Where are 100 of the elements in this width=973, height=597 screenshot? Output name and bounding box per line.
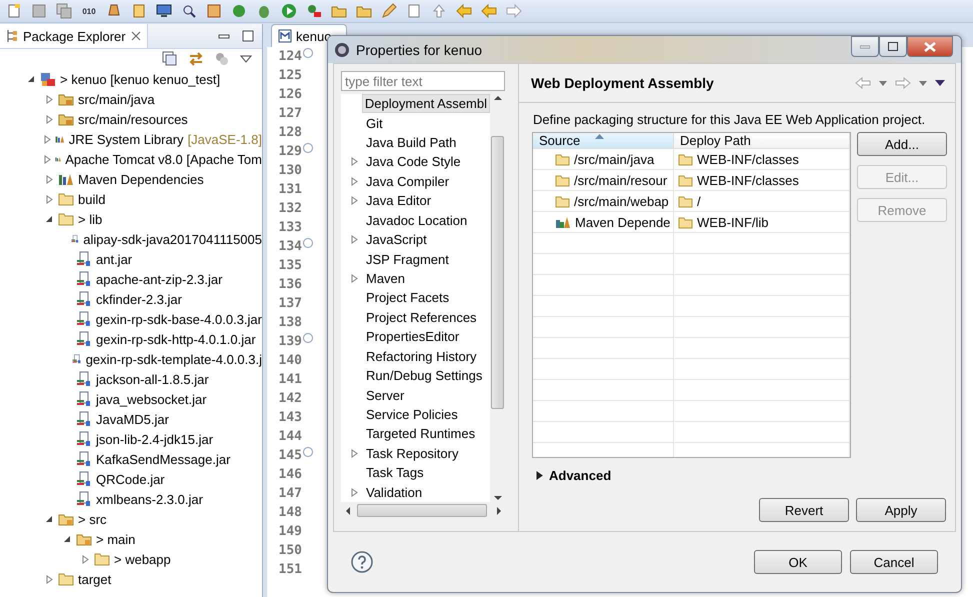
dialog-button[interactable]: OK	[754, 550, 842, 574]
action-button[interactable]: Apply	[856, 498, 946, 522]
tree-item[interactable]: target	[78, 572, 112, 586]
tree-item[interactable]: src/main/resources	[78, 112, 188, 126]
category-item[interactable]: Project References	[363, 308, 480, 327]
dropdown-icon[interactable]	[919, 80, 927, 86]
action-button[interactable]: Add...	[857, 132, 947, 156]
dialog-button[interactable]: Cancel	[850, 550, 938, 574]
back-arrow-icon[interactable]	[855, 77, 871, 89]
category-item[interactable]: Javadoc Location	[363, 210, 470, 230]
category-item[interactable]: Java Compiler	[363, 172, 452, 191]
category-item[interactable]: Targeted Runtimes	[363, 424, 478, 444]
category-item[interactable]: Task Repository	[363, 444, 462, 463]
fold-icon[interactable]	[303, 238, 313, 248]
document-icon[interactable]	[406, 3, 422, 19]
tree-item[interactable]: xmlbeans-2.3.0.jar	[96, 492, 203, 506]
pen-icon[interactable]	[381, 3, 397, 19]
expand-arrow-icon[interactable]	[536, 471, 543, 480]
server-icon[interactable]	[131, 3, 147, 19]
back-arrow-icon[interactable]	[481, 3, 497, 19]
forward-arrow-icon[interactable]	[506, 3, 522, 19]
up-arrow-icon[interactable]	[431, 3, 447, 19]
forward-arrow-icon[interactable]	[895, 77, 911, 89]
tree-item[interactable]: JRE System Library	[68, 132, 184, 146]
tree-item[interactable]: ant.jar	[96, 252, 132, 266]
view-tab[interactable]: Package Explorer	[0, 24, 148, 48]
tree-item[interactable]: > webapp	[114, 552, 171, 566]
tree-item[interactable]: gexin-rp-sdk-base-4.0.0.3.jar	[96, 312, 262, 326]
category-item[interactable]: Project Facets	[363, 288, 452, 308]
tree-item[interactable]: > src	[78, 512, 107, 526]
tree-item[interactable]: QRCode.jar	[96, 472, 165, 486]
bug-icon[interactable]	[256, 3, 272, 19]
minimize-button[interactable]	[851, 36, 879, 57]
filter-field[interactable]: type filter text	[341, 71, 505, 91]
refresh-icon[interactable]	[231, 3, 247, 19]
tree-item[interactable]: gexin-rp-sdk-http-4.0.1.0.jar	[96, 332, 256, 346]
tree-item[interactable]: > lib	[78, 212, 102, 226]
tree-item[interactable]: jackson-all-1.8.5.jar	[96, 372, 209, 386]
column-header[interactable]: Deploy Path	[674, 133, 850, 148]
close-button[interactable]	[907, 36, 953, 57]
tree-item[interactable]: gexin-rp-sdk-template-4.0.0.3.j	[86, 352, 262, 366]
category-item[interactable]: JSP Fragment	[363, 250, 452, 269]
search-icon[interactable]	[181, 3, 197, 19]
menu-icon[interactable]	[935, 80, 945, 86]
toolbar-button[interactable]: 010	[81, 3, 97, 19]
tree-item[interactable]: > main	[96, 532, 136, 546]
fold-icon[interactable]	[303, 142, 313, 152]
dropdown-icon[interactable]	[879, 80, 887, 86]
tree-item[interactable]: json-lib-2.4-jdk15.jar	[96, 432, 214, 446]
tree-item[interactable]: src/main/java	[78, 92, 155, 106]
column-header[interactable]: Source	[533, 133, 674, 148]
help-icon[interactable]	[351, 551, 373, 573]
run-icon[interactable]	[281, 3, 297, 19]
tree-item[interactable]: build	[78, 192, 106, 206]
tool-icon[interactable]	[306, 3, 322, 19]
scroll-up-icon[interactable]	[494, 94, 502, 102]
scrollbar[interactable]	[490, 94, 506, 502]
tree-item[interactable]: ckfinder-2.3.jar	[96, 292, 182, 306]
category-item[interactable]: Deployment Assembl	[362, 94, 490, 114]
category-item[interactable]: Git	[363, 114, 386, 133]
tree-item[interactable]: alipay-sdk-java2017041115005	[83, 232, 262, 246]
category-item[interactable]: Refactoring History	[363, 346, 480, 366]
category-item[interactable]: JavaScript	[363, 230, 430, 250]
maximize-button[interactable]	[879, 36, 907, 57]
category-item[interactable]: Java Build Path	[363, 133, 460, 152]
tree-item[interactable]: KafkaSendMessage.jar	[96, 452, 230, 466]
collapse-arrow-icon[interactable]	[63, 535, 71, 543]
fold-icon[interactable]	[303, 48, 313, 58]
tree-item[interactable]: java_websocket.jar	[96, 392, 207, 406]
new-file-icon[interactable]	[6, 3, 22, 19]
close-icon[interactable]	[130, 31, 141, 41]
category-item[interactable]: Task Tags	[363, 463, 427, 482]
category-item[interactable]: Validation	[363, 482, 426, 502]
view-menu-icon[interactable]	[240, 54, 252, 64]
collapse-arrow-icon[interactable]	[45, 215, 53, 223]
grid-icon[interactable]	[206, 3, 222, 19]
tree-item[interactable]: apache-ant-zip-2.3.jar	[96, 272, 222, 286]
filter-icon[interactable]	[214, 51, 230, 67]
tree-item[interactable]: > kenuo [kenuo kenuo_test]	[60, 72, 220, 86]
category-item[interactable]: Run/Debug Settings	[363, 366, 486, 386]
collapse-arrow-icon[interactable]	[45, 515, 53, 523]
fold-icon[interactable]	[303, 446, 313, 456]
category-item[interactable]: PropertiesEditor	[363, 327, 462, 346]
tree-item[interactable]: Maven Dependencies	[78, 172, 204, 186]
section-toggle[interactable]: Advanced	[549, 468, 612, 483]
category-item[interactable]: Java Editor	[363, 191, 434, 210]
scroll-right-icon[interactable]	[496, 506, 502, 514]
category-item[interactable]: Server	[363, 386, 408, 405]
tree-item[interactable]: Apache Tomcat v8.0 [Apache Tom	[65, 152, 262, 166]
collapse-arrow-icon[interactable]	[27, 75, 35, 83]
category-item[interactable]: Java Code Style	[363, 152, 464, 172]
back-arrow-icon[interactable]	[456, 3, 472, 19]
link-arrows-icon[interactable]	[188, 51, 204, 67]
category-item[interactable]: Maven	[363, 269, 408, 288]
action-button[interactable]: Revert	[759, 498, 849, 522]
save-all-icon[interactable]	[56, 3, 72, 19]
save-icon[interactable]	[31, 3, 47, 19]
category-item[interactable]: Service Policies	[363, 404, 461, 424]
collapse-all-icon[interactable]	[162, 51, 178, 67]
scroll-left-icon[interactable]	[345, 506, 351, 514]
